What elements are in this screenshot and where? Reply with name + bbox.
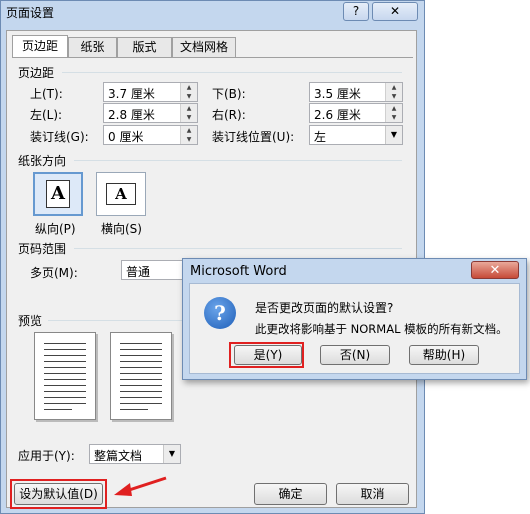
tab-paper[interactable]: 纸张 [68,37,117,57]
left-margin-spinner[interactable]: 2.8 厘米 ▲ ▼ [103,103,198,123]
question-icon: ? [204,297,236,329]
gutter-position-label: 装订线位置(U): [212,130,295,144]
spin-down-icon[interactable]: ▼ [181,92,197,101]
spin-down-icon[interactable]: ▼ [181,113,197,122]
dialog-title: 页面设置 [6,6,55,20]
gutter-spinner[interactable]: 0 厘米 ▲ ▼ [103,125,198,145]
apply-to-value: 整篇文档 [94,449,143,463]
bottom-margin-value: 3.5 厘米 [314,87,361,101]
tab-strip-line [12,57,413,58]
gutter-position-value: 左 [314,130,327,144]
divider [62,72,402,73]
spin-up-icon[interactable]: ▲ [181,83,197,92]
spin-down-icon[interactable]: ▼ [386,92,402,101]
highlight-box [10,479,107,509]
apply-to-label: 应用于(Y): [18,449,75,463]
chevron-down-icon[interactable]: ▼ [385,126,402,144]
top-margin-spinner[interactable]: 3.7 厘米 ▲ ▼ [103,82,198,102]
portrait-option[interactable]: A [33,172,83,216]
landscape-label[interactable]: 横向(S) [101,220,142,237]
portrait-page-icon: A [46,180,70,208]
cancel-button[interactable]: 取消 [336,483,409,505]
spin-up-icon[interactable]: ▲ [181,104,197,113]
message-line-2: 此更改将影响基于 NORMAL 模板的所有新文档。 [255,322,508,336]
right-margin-label: 右(R): [212,108,246,122]
landscape-page-icon: A [106,183,136,205]
no-button[interactable]: 否(N) [320,345,390,365]
multiple-pages-value: 普通 [126,265,151,279]
preview-page-right [110,332,172,420]
top-margin-value: 3.7 厘米 [108,87,155,101]
gutter-label: 装订线(G): [30,130,89,144]
help-title-button[interactable]: ? [343,2,369,21]
preview-section-title: 预览 [18,314,43,328]
landscape-option[interactable]: A [96,172,146,216]
left-margin-value: 2.8 厘米 [108,108,155,122]
bottom-margin-label: 下(B): [212,87,246,101]
pages-section-title: 页码范围 [18,242,67,256]
ok-button[interactable]: 确定 [254,483,327,505]
right-margin-spinner[interactable]: 2.6 厘米 ▲ ▼ [309,103,403,123]
gutter-position-select[interactable]: 左 ▼ [309,125,403,145]
message-line-1: 是否更改页面的默认设置? [255,301,394,315]
highlight-box [229,342,304,368]
spin-up-icon[interactable]: ▲ [181,126,197,135]
close-dialog-button[interactable]: ✕ [372,2,418,21]
orientation-section-title: 纸张方向 [18,154,67,168]
left-margin-label: 左(L): [30,108,63,122]
divider [48,320,182,321]
right-margin-value: 2.6 厘米 [314,108,361,122]
bottom-margin-spinner[interactable]: 3.5 厘米 ▲ ▼ [309,82,403,102]
spin-down-icon[interactable]: ▼ [386,113,402,122]
divider [74,160,402,161]
chevron-down-icon[interactable]: ▼ [163,445,180,463]
gutter-value: 0 厘米 [108,130,144,144]
close-icon[interactable]: ✕ [471,261,519,279]
apply-to-select[interactable]: 整篇文档 ▼ [89,444,181,464]
tab-doc-grid[interactable]: 文档网格 [172,37,236,57]
portrait-label[interactable]: 纵向(P) [35,220,76,237]
tab-margins[interactable]: 页边距 [12,35,68,57]
tab-layout[interactable]: 版式 [117,37,172,57]
help-button[interactable]: 帮助(H) [409,345,479,365]
margins-section-title: 页边距 [18,66,55,80]
spin-up-icon[interactable]: ▲ [386,83,402,92]
preview-page-left [34,332,96,420]
divider [74,248,402,249]
spin-up-icon[interactable]: ▲ [386,104,402,113]
annotation-arrow-icon [114,476,167,496]
multiple-pages-label: 多页(M): [30,266,78,280]
top-margin-label: 上(T): [30,87,63,101]
spin-down-icon[interactable]: ▼ [181,135,197,144]
message-box-title: Microsoft Word [190,264,287,279]
